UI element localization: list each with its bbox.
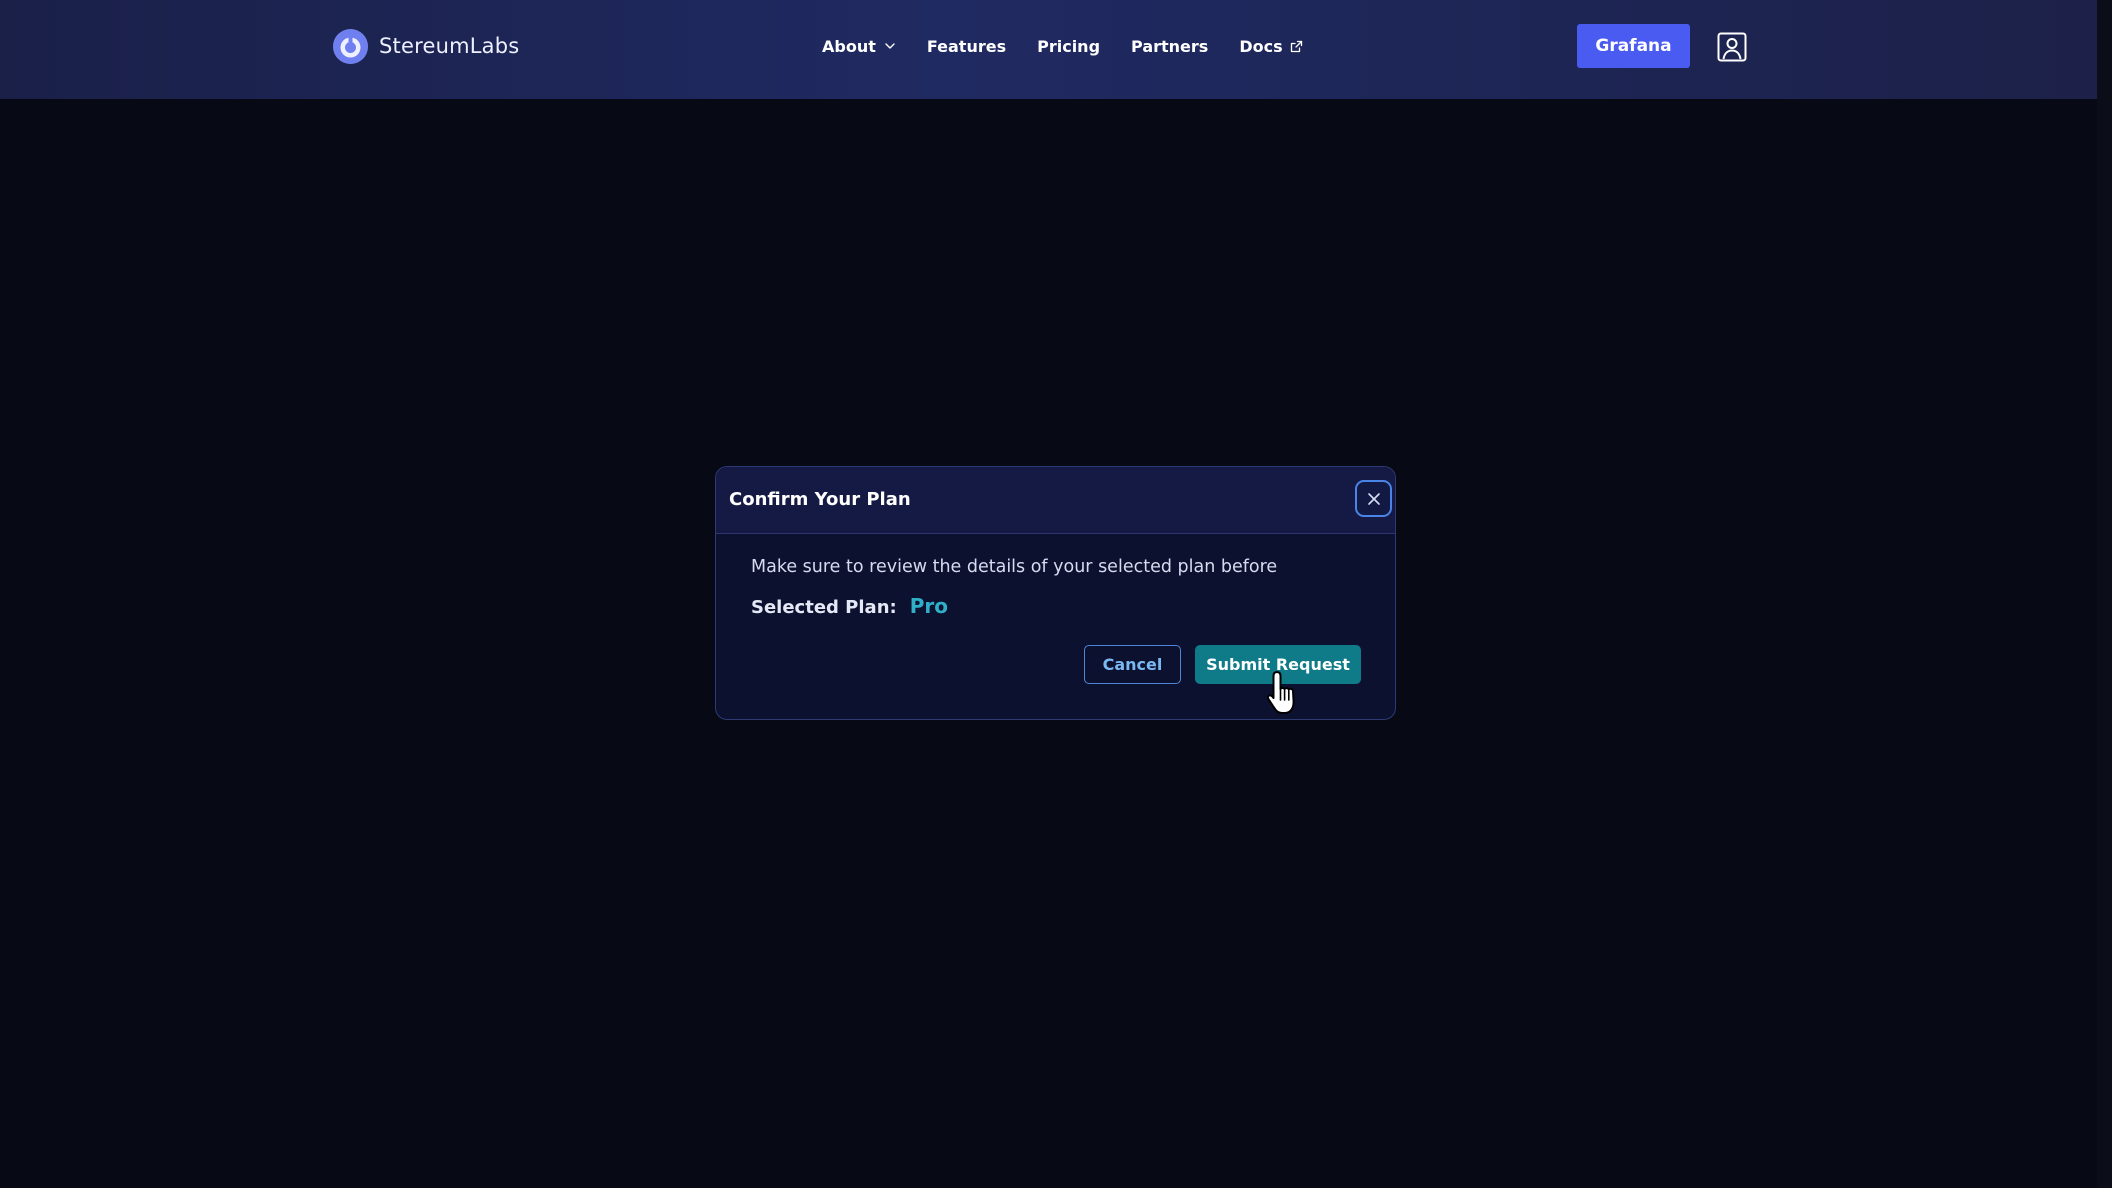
nav-item-features[interactable]: Features bbox=[927, 37, 1006, 56]
nav-item-docs[interactable]: Docs bbox=[1239, 37, 1302, 56]
chevron-down-icon bbox=[884, 40, 896, 52]
nav-item-pricing-label: Pricing bbox=[1037, 36, 1101, 56]
page: StereumLabs About Features Pricing Partn… bbox=[0, 0, 2112, 1188]
page-scrollbar[interactable] bbox=[2097, 0, 2112, 1188]
cancel-button[interactable]: Cancel bbox=[1084, 645, 1181, 684]
brand-name: StereumLabs bbox=[379, 34, 520, 58]
dialog-message: Make sure to review the details of your … bbox=[751, 557, 1278, 577]
close-icon bbox=[1367, 492, 1381, 506]
top-navbar: StereumLabs About Features Pricing Partn… bbox=[0, 0, 2097, 99]
nav-item-about-label: About bbox=[822, 36, 876, 56]
nav-item-features-label: Features bbox=[926, 36, 1007, 56]
nav-item-pricing[interactable]: Pricing bbox=[1037, 37, 1100, 56]
brand[interactable]: StereumLabs bbox=[333, 28, 519, 64]
close-button[interactable] bbox=[1355, 480, 1392, 517]
external-link-icon bbox=[1290, 40, 1303, 53]
selected-plan-row: Selected Plan: Pro bbox=[751, 594, 948, 618]
dialog-title: Confirm Your Plan bbox=[729, 489, 911, 510]
grafana-button[interactable]: Grafana bbox=[1577, 24, 1690, 68]
nav-item-partners[interactable]: Partners bbox=[1131, 37, 1208, 56]
nav-item-docs-label: Docs bbox=[1239, 36, 1283, 56]
submit-request-button[interactable]: Submit Request bbox=[1195, 645, 1361, 684]
nav-item-about[interactable]: About bbox=[822, 37, 896, 56]
dialog-header: Confirm Your Plan bbox=[716, 467, 1395, 534]
selected-plan-label: Selected Plan: bbox=[751, 597, 897, 618]
selected-plan-value: Pro bbox=[909, 594, 948, 618]
confirm-plan-dialog: Confirm Your Plan Make sure to review th… bbox=[715, 466, 1396, 720]
nav-item-partners-label: Partners bbox=[1131, 36, 1209, 56]
main-nav: About Features Pricing Partners Docs bbox=[822, 34, 1303, 58]
user-icon[interactable] bbox=[1717, 32, 1747, 62]
brand-logo-icon bbox=[333, 28, 368, 64]
